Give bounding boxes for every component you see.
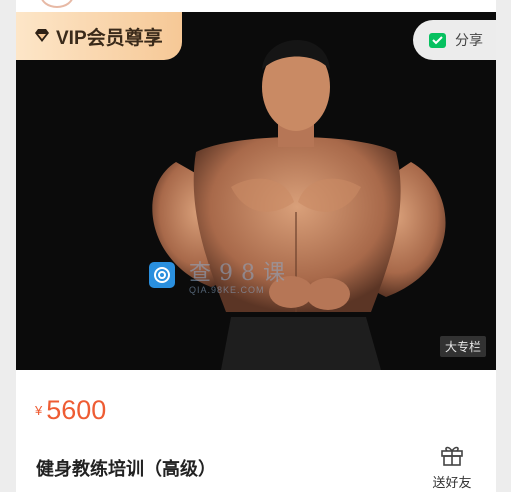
watermark: 查98课 QIA.98KE.COM xyxy=(149,255,293,295)
watermark-text: 查98课 xyxy=(189,261,293,286)
course-title: 健身教练培训（高级） xyxy=(36,459,216,479)
course-info-panel: ¥5600 健身教练培训（高级） 送好友 xyxy=(16,370,496,492)
gift-label: 送好友 xyxy=(432,475,472,490)
avatar xyxy=(40,0,74,8)
diamond-icon xyxy=(34,29,50,43)
course-cover-image[interactable]: VIP会员尊享 分享 查98课 QIA.98KE.COM 大专栏 xyxy=(16,12,496,370)
price: ¥5600 xyxy=(35,395,106,426)
previous-card-edge xyxy=(16,0,496,12)
gift-to-friend-button[interactable]: 送好友 xyxy=(426,444,478,491)
price-amount: 5600 xyxy=(46,395,107,425)
watermark-logo-icon xyxy=(149,262,175,288)
fitness-coach-figure xyxy=(152,39,446,370)
wechat-icon xyxy=(429,32,446,48)
column-tag: 大专栏 xyxy=(439,336,486,357)
vip-badge-label: VIP会员尊享 xyxy=(56,27,163,49)
currency-symbol: ¥ xyxy=(35,403,43,418)
share-label: 分享 xyxy=(455,32,483,48)
vip-exclusive-badge: VIP会员尊享 xyxy=(16,12,182,60)
gift-icon xyxy=(440,446,464,470)
share-button[interactable]: 分享 xyxy=(413,20,496,60)
